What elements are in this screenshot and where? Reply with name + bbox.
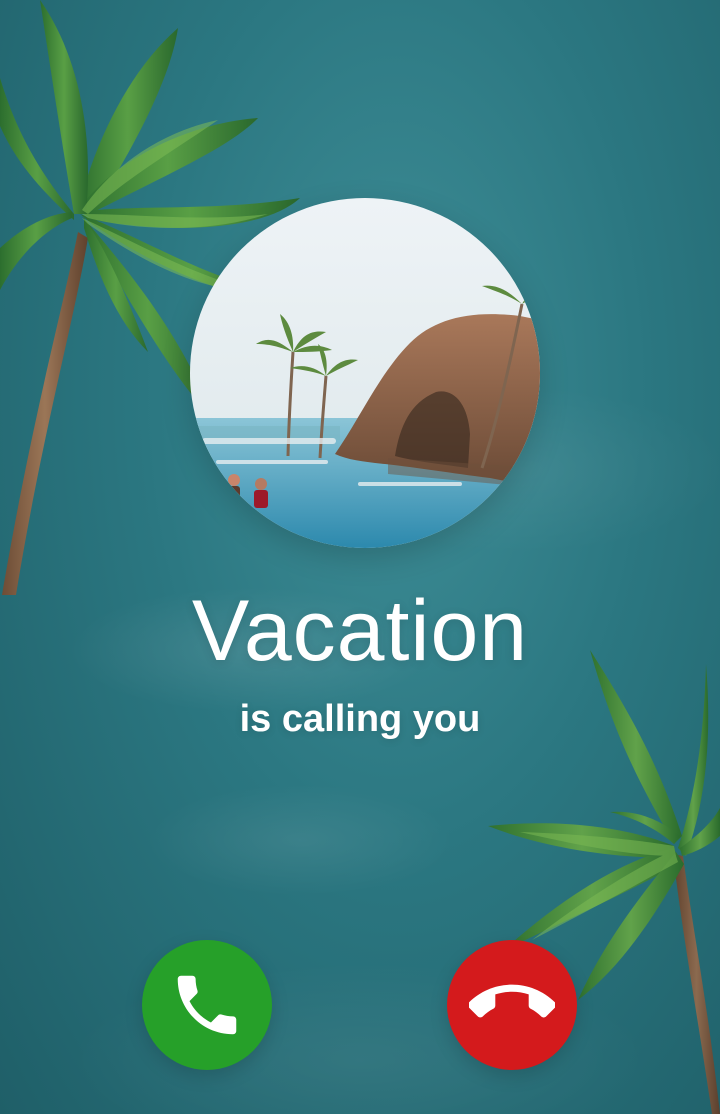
phone-accept-icon (177, 975, 237, 1035)
phone-decline-icon (469, 984, 555, 1018)
caller-name: Vacation (191, 583, 529, 679)
caller-avatar (190, 198, 540, 548)
caller-subtitle: is calling you (239, 698, 481, 740)
background-haze (0, 0, 720, 1114)
accept-call-button[interactable] (142, 940, 272, 1070)
decline-call-button[interactable] (447, 940, 577, 1070)
